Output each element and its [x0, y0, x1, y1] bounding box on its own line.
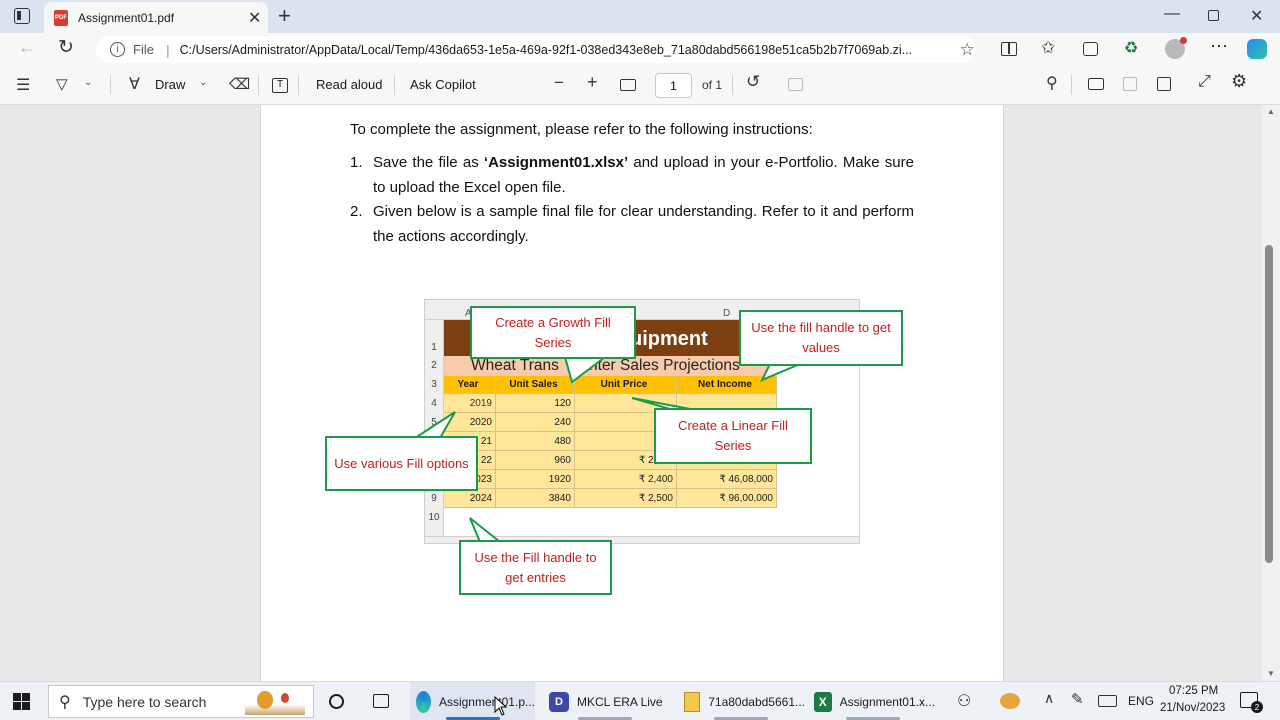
callout-various-fill-options: Use various Fill options [325, 436, 478, 491]
tray-overflow-icon[interactable]: ∧ [1044, 690, 1054, 707]
clock-date[interactable]: 21/Nov/2023 [1160, 702, 1225, 714]
language-indicator[interactable]: ENG [1128, 694, 1154, 708]
pointer-fill-values [759, 363, 801, 382]
taskbar-app-era[interactable]: D MKCL ERA Live [545, 682, 670, 720]
taskbar-app-label: Assignment01.x... [839, 694, 935, 709]
people-icon[interactable]: ⚇ [957, 691, 971, 711]
taskbar-app-edge[interactable]: Assignment01.p... [410, 682, 535, 720]
edge-icon [416, 690, 431, 713]
weather-icon[interactable] [1000, 693, 1020, 709]
taskbar-app-zip-folder[interactable]: 71a80dabd5661... [680, 682, 805, 720]
taskbar-search[interactable]: ⚲ Type here to search [48, 685, 314, 718]
callout-growth-fill-series: Create a Growth Fill Series [470, 306, 636, 359]
keyboard-icon[interactable] [1098, 695, 1117, 707]
clock-time[interactable]: 07:25 PM [1169, 685, 1218, 697]
start-button[interactable] [13, 693, 30, 710]
taskbar: ⚲ Type here to search Assignment01.p... … [0, 681, 1280, 720]
era-icon: D [549, 691, 569, 712]
pointer-entries [469, 517, 503, 543]
pen-icon[interactable]: ✎ [1071, 690, 1084, 708]
search-icon: ⚲ [59, 693, 71, 711]
callout-fill-handle-values: Use the fill handle to get values [739, 310, 903, 366]
taskbar-app-label: Assignment01.p... [438, 694, 535, 709]
task-view-icon[interactable] [373, 694, 389, 708]
taskbar-app-label: 71a80dabd5661... [708, 694, 805, 709]
callout-linear-fill-series: Create a Linear Fill Series [654, 408, 812, 464]
pointer-various [411, 411, 456, 439]
search-placeholder: Type here to search [82, 693, 207, 710]
taskbar-app-excel[interactable]: X Assignment01.x... [810, 682, 935, 720]
notification-icon[interactable]: 2 [1240, 692, 1263, 713]
folder-zip-icon [684, 691, 701, 712]
excel-icon: X [814, 691, 832, 712]
mouse-cursor [494, 696, 508, 716]
taskbar-app-label: MKCL ERA Live [577, 694, 663, 709]
pointer-growth [563, 356, 608, 384]
notification-count: 2 [1251, 701, 1263, 713]
callout-pointers [411, 356, 801, 543]
search-highlight-graphic [245, 688, 305, 715]
cortana-icon[interactable] [329, 694, 344, 709]
callout-fill-handle-entries: Use the Fill handle to get entries [459, 540, 612, 595]
